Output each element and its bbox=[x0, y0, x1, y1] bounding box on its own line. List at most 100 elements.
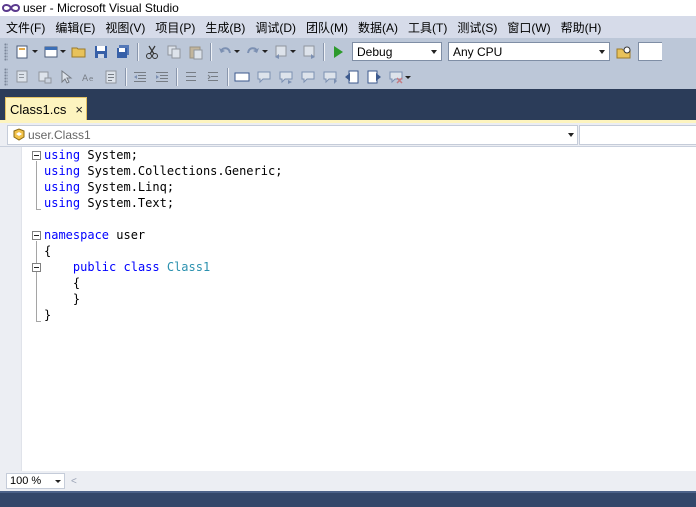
prev-bookmark-in-document-icon[interactable] bbox=[344, 69, 360, 85]
bookmark-icon[interactable] bbox=[234, 69, 250, 85]
menu-item[interactable]: 生成(B) bbox=[201, 19, 248, 36]
new-project-dropdown[interactable] bbox=[32, 44, 38, 60]
toolbar-separator bbox=[137, 42, 138, 61]
code-token: System.Linq; bbox=[80, 180, 175, 194]
toolbar-grip[interactable] bbox=[4, 68, 8, 86]
undo-dropdown[interactable] bbox=[234, 44, 240, 60]
chevron-down-icon bbox=[599, 49, 605, 54]
bottom-panel bbox=[0, 491, 696, 507]
menu-item[interactable]: 测试(S) bbox=[453, 19, 500, 36]
word-completion-icon[interactable]: Ae bbox=[81, 69, 97, 85]
next-bookmark-folder-icon[interactable] bbox=[322, 69, 338, 85]
toolbar-grip[interactable] bbox=[4, 42, 8, 61]
menu-item[interactable]: 调试(D) bbox=[251, 19, 299, 36]
menu-bar: 文件(F) 编辑(E) 视图(V) 项目(P) 生成(B) 调试(D) 团队(M) 数据(A)… bbox=[0, 16, 696, 38]
uncomment-icon[interactable] bbox=[205, 69, 221, 85]
next-bookmark-icon[interactable] bbox=[278, 69, 294, 85]
class-icon bbox=[11, 127, 27, 143]
menu-item[interactable]: 文件(F) bbox=[2, 19, 48, 36]
member-selector[interactable] bbox=[579, 125, 696, 145]
standard-toolbar: Debug Any CPU bbox=[0, 38, 696, 65]
code-line[interactable]: using System.Linq; bbox=[44, 179, 174, 195]
window-title: user - Microsoft Visual Studio bbox=[23, 1, 179, 15]
chevron-down-icon bbox=[568, 133, 574, 137]
redo-icon[interactable] bbox=[245, 44, 261, 60]
redo-dropdown[interactable] bbox=[262, 44, 268, 60]
toolbar-separator bbox=[323, 42, 324, 61]
type-selector-value: user.Class1 bbox=[28, 128, 91, 142]
collapse-namespace-icon[interactable] bbox=[32, 231, 41, 240]
decrease-indent-icon[interactable] bbox=[132, 69, 148, 85]
next-bookmark-in-document-icon[interactable] bbox=[366, 69, 382, 85]
tab-class1-cs[interactable]: Class1.cs × bbox=[5, 97, 87, 121]
code-line[interactable]: using System.Collections.Generic; bbox=[44, 163, 282, 179]
format-icon[interactable] bbox=[103, 69, 119, 85]
code-token: System; bbox=[80, 148, 138, 162]
code-line[interactable]: using System.Text; bbox=[44, 195, 174, 211]
svg-text:A: A bbox=[82, 74, 89, 84]
find-input[interactable] bbox=[638, 42, 662, 61]
collapse-using-icon[interactable] bbox=[32, 151, 41, 160]
menu-item[interactable]: 项目(P) bbox=[151, 19, 198, 36]
menu-item[interactable]: 团队(M) bbox=[302, 19, 351, 36]
menu-item[interactable]: 编辑(E) bbox=[51, 19, 98, 36]
navigate-backward-dropdown[interactable] bbox=[290, 44, 296, 60]
toolbar-separator bbox=[210, 42, 211, 61]
close-icon[interactable]: × bbox=[75, 103, 83, 116]
code-line[interactable]: { bbox=[44, 243, 51, 259]
menu-item[interactable]: 窗口(W) bbox=[503, 19, 553, 36]
menu-item[interactable]: 数据(A) bbox=[354, 19, 401, 36]
add-item-icon[interactable] bbox=[43, 44, 59, 60]
clear-bookmarks-icon[interactable] bbox=[388, 69, 404, 85]
code-token: { bbox=[44, 244, 52, 258]
solution-platform-value: Any CPU bbox=[453, 44, 503, 59]
quick-info-icon[interactable] bbox=[59, 69, 75, 85]
cut-icon[interactable] bbox=[144, 44, 160, 60]
code-line[interactable]: using System; bbox=[44, 147, 138, 163]
code-line[interactable]: { bbox=[44, 275, 80, 291]
comment-icon[interactable] bbox=[183, 69, 199, 85]
toolbar-separator bbox=[176, 68, 177, 86]
collapse-class-icon[interactable] bbox=[32, 263, 41, 272]
indicator-margin[interactable] bbox=[0, 147, 22, 471]
menu-item[interactable]: 视图(V) bbox=[101, 19, 148, 36]
code-line[interactable]: namespace user bbox=[44, 227, 145, 243]
menu-item[interactable]: 工具(T) bbox=[404, 19, 450, 36]
code-line[interactable]: } bbox=[44, 307, 51, 323]
zoom-value: 100 % bbox=[10, 475, 42, 487]
horizontal-scrollbar[interactable] bbox=[77, 473, 696, 489]
prev-bookmark-folder-icon[interactable] bbox=[300, 69, 316, 85]
zoom-select[interactable]: 100 % bbox=[6, 473, 65, 489]
type-selector[interactable]: user.Class1 bbox=[7, 125, 578, 145]
overflow-icon[interactable] bbox=[405, 69, 411, 85]
copy-icon[interactable] bbox=[166, 44, 182, 60]
navigation-bar: user.Class1 bbox=[0, 123, 696, 147]
increase-indent-icon[interactable] bbox=[154, 69, 170, 85]
keyword-token: using bbox=[44, 196, 81, 210]
svg-text:e: e bbox=[89, 75, 93, 83]
code-line[interactable]: public class Class1 bbox=[44, 259, 210, 275]
start-debugging-icon[interactable] bbox=[330, 44, 346, 60]
paste-icon[interactable] bbox=[188, 44, 204, 60]
prev-bookmark-icon[interactable] bbox=[256, 69, 272, 85]
undo-icon[interactable] bbox=[217, 44, 233, 60]
save-icon[interactable] bbox=[93, 44, 109, 60]
add-item-dropdown[interactable] bbox=[60, 44, 66, 60]
member-list-icon[interactable] bbox=[15, 69, 31, 85]
new-project-icon[interactable] bbox=[15, 44, 31, 60]
code-token: user bbox=[109, 228, 146, 242]
find-in-files-icon[interactable] bbox=[616, 44, 632, 60]
code-token: } bbox=[44, 308, 52, 322]
solution-platform-select[interactable]: Any CPU bbox=[448, 42, 610, 61]
code-editor[interactable]: using System; using System.Collections.Ge… bbox=[0, 147, 696, 471]
parameter-info-icon[interactable] bbox=[37, 69, 53, 85]
keyword-token: public bbox=[72, 260, 117, 274]
navigate-backward-icon[interactable] bbox=[273, 44, 289, 60]
open-file-icon[interactable] bbox=[71, 44, 87, 60]
save-all-icon[interactable] bbox=[115, 44, 131, 60]
navigate-forward-icon[interactable] bbox=[301, 44, 317, 60]
solution-configuration-select[interactable]: Debug bbox=[352, 42, 442, 61]
menu-item[interactable]: 帮助(H) bbox=[557, 19, 605, 36]
code-line[interactable]: } bbox=[44, 291, 80, 307]
